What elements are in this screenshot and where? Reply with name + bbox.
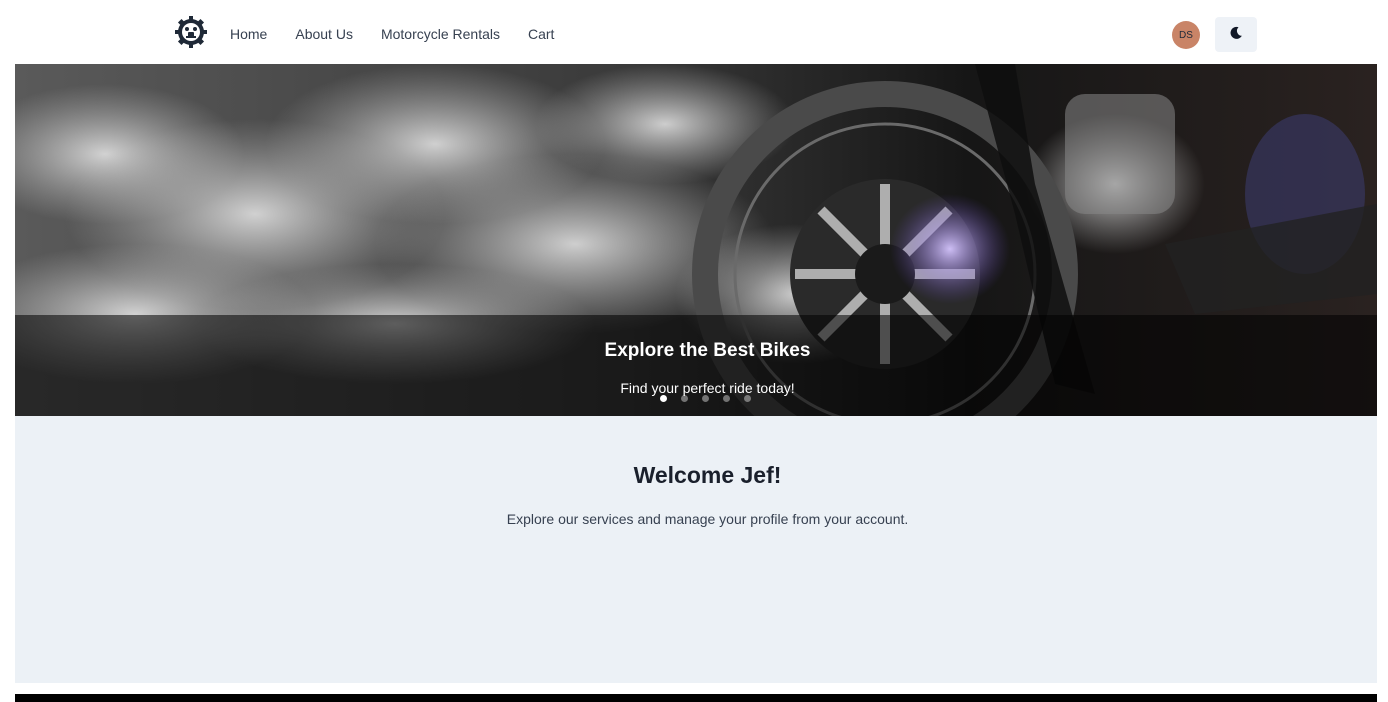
carousel-dot-1[interactable] xyxy=(660,395,667,402)
nav-about-us-link[interactable]: About Us xyxy=(295,26,353,42)
hero-subtitle: Find your perfect ride today! xyxy=(620,380,795,396)
carousel-dot-5[interactable] xyxy=(744,395,751,402)
moon-icon xyxy=(1229,26,1243,43)
nav-motorcycle-rentals-link[interactable]: Motorcycle Rentals xyxy=(381,26,500,42)
hero-carousel: Explore the Best Bikes Find your perfect… xyxy=(15,64,1377,416)
hero-title: Explore the Best Bikes xyxy=(604,340,811,361)
footer-edge xyxy=(15,694,1377,702)
welcome-subtitle: Explore our services and manage your pro… xyxy=(506,511,909,527)
carousel-indicators xyxy=(660,395,751,402)
carousel-dot-3[interactable] xyxy=(702,395,709,402)
nav-cart-link[interactable]: Cart xyxy=(528,26,554,42)
user-avatar[interactable]: DS xyxy=(1172,21,1200,49)
welcome-title: Welcome Jef! xyxy=(633,462,782,488)
theme-toggle-button[interactable] xyxy=(1215,17,1257,52)
welcome-section: Welcome Jef! Explore our services and ma… xyxy=(15,416,1377,683)
carousel-dot-4[interactable] xyxy=(723,395,730,402)
main-nav: Home About Us Motorcycle Rentals Cart xyxy=(230,0,582,68)
top-navbar: Home About Us Motorcycle Rentals Cart DS xyxy=(0,0,1388,64)
motorcycle-gear-logo-icon[interactable] xyxy=(175,16,207,48)
nav-home-link[interactable]: Home xyxy=(230,26,267,42)
carousel-dot-2[interactable] xyxy=(681,395,688,402)
